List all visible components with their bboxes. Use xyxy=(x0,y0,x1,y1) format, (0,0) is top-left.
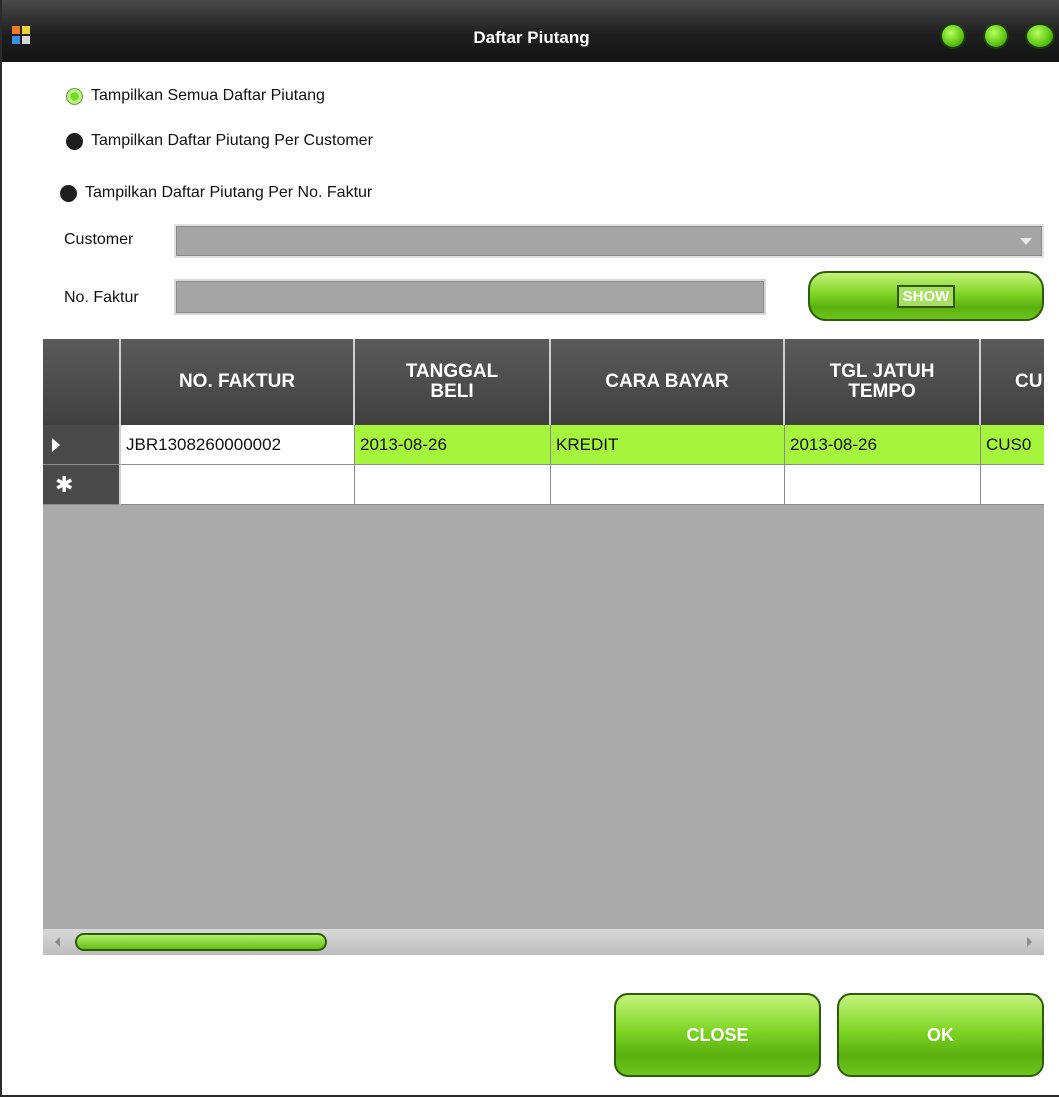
title-bar: Daftar Piutang xyxy=(2,0,1059,62)
column-header-cara-bayar[interactable]: CARA BAYAR xyxy=(551,339,785,425)
radio-per-faktur-label: Tampilkan Daftar Piutang Per No. Faktur xyxy=(85,184,373,201)
radio-per-customer-label: Tampilkan Daftar Piutang Per Customer xyxy=(91,132,373,149)
minimize-button[interactable] xyxy=(940,23,966,49)
new-cell[interactable] xyxy=(551,465,785,505)
faktur-input[interactable] xyxy=(174,279,766,315)
radio-per-customer[interactable]: Tampilkan Daftar Piutang Per Customer xyxy=(66,132,373,150)
faktur-label: No. Faktur xyxy=(64,289,139,306)
window-title: Daftar Piutang xyxy=(473,28,590,47)
scrollbar-thumb[interactable] xyxy=(75,933,327,951)
cell-tanggal-beli[interactable]: 2013-08-26 xyxy=(355,425,551,465)
ok-button[interactable]: OK xyxy=(837,993,1044,1077)
radio-show-all[interactable]: Tampilkan Semua Daftar Piutang xyxy=(66,87,325,105)
close-button[interactable]: CLOSE xyxy=(614,993,821,1077)
new-row-icon[interactable]: ✱ xyxy=(43,465,121,505)
daftar-piutang-window: Daftar Piutang Tampilkan Semua Daftar Pi… xyxy=(0,0,1059,1097)
current-row-icon xyxy=(52,438,60,452)
radio-selected-icon xyxy=(66,87,83,105)
scroll-right-icon[interactable] xyxy=(1027,937,1032,947)
new-cell[interactable] xyxy=(785,465,981,505)
radio-unselected-icon xyxy=(60,184,77,202)
radio-unselected-icon xyxy=(66,132,83,150)
customer-label: Customer xyxy=(64,231,134,248)
piutang-data-grid[interactable]: NO. FAKTUR TANGGAL BELI CARA BAYAR TGL J… xyxy=(43,339,1044,929)
horizontal-scrollbar[interactable] xyxy=(43,929,1044,955)
column-header-tanggal-beli[interactable]: TANGGAL BELI xyxy=(355,339,551,425)
cell-no-faktur[interactable]: JBR1308260000002 xyxy=(121,425,355,465)
chevron-down-icon[interactable] xyxy=(1020,238,1032,245)
row-header-current[interactable] xyxy=(43,425,121,465)
maximize-button[interactable] xyxy=(983,23,1009,49)
column-header-customer[interactable]: CU xyxy=(981,339,1044,425)
column-header-tgl-jatuh-tempo[interactable]: TGL JATUH TEMPO xyxy=(785,339,981,425)
grid-corner-header xyxy=(43,339,121,425)
show-button[interactable]: SHOW xyxy=(808,271,1044,321)
cell-tgl-jatuh-tempo[interactable]: 2013-08-26 xyxy=(785,425,981,465)
radio-per-faktur[interactable]: Tampilkan Daftar Piutang Per No. Faktur xyxy=(60,184,372,202)
show-button-label: SHOW xyxy=(896,284,956,308)
column-header-no-faktur[interactable]: NO. FAKTUR xyxy=(121,339,355,425)
new-cell[interactable] xyxy=(981,465,1044,505)
close-window-button[interactable] xyxy=(1025,23,1055,49)
cell-customer[interactable]: CUS0 xyxy=(981,425,1044,465)
radio-show-all-label: Tampilkan Semua Daftar Piutang xyxy=(91,87,325,104)
scroll-left-icon[interactable] xyxy=(55,937,60,947)
cell-cara-bayar[interactable]: KREDIT xyxy=(551,425,785,465)
new-cell[interactable] xyxy=(121,465,355,505)
new-cell[interactable] xyxy=(355,465,551,505)
customer-combobox[interactable] xyxy=(174,224,1044,258)
